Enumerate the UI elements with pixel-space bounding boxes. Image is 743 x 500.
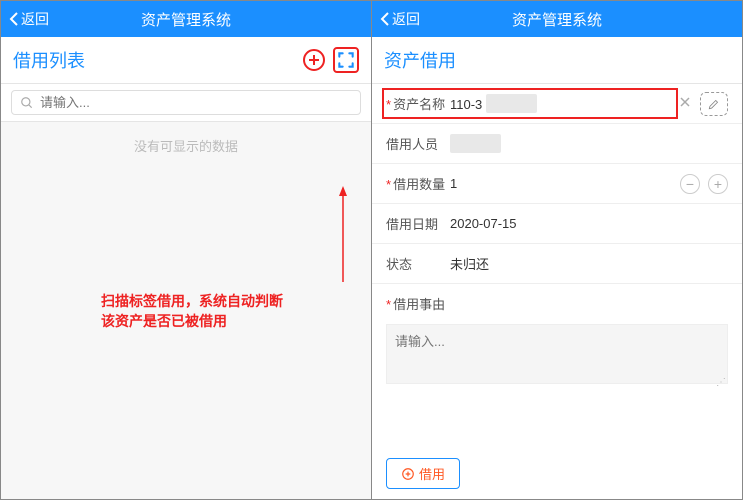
add-icon[interactable] bbox=[301, 47, 327, 73]
borrow-form: 资产名称 110-3 借用人员 借用数量 1 − + bbox=[372, 84, 742, 499]
search-input[interactable] bbox=[40, 95, 352, 110]
qty-value: 1 bbox=[450, 176, 680, 191]
field-status: 状态 未归还 bbox=[372, 244, 742, 284]
field-qty: 借用数量 1 − + bbox=[372, 164, 742, 204]
clear-icon[interactable] bbox=[678, 95, 692, 112]
asset-name-value: 110-3 bbox=[450, 94, 672, 113]
date-value: 2020-07-15 bbox=[450, 216, 728, 231]
panel-header: 借用列表 bbox=[1, 37, 371, 84]
back-button[interactable]: 返回 bbox=[9, 9, 49, 29]
borrow-list-pane: 返回 资产管理系统 借用列表 没有可显示的数据 bbox=[1, 1, 372, 499]
back-label: 返回 bbox=[392, 9, 420, 29]
field-reason: 借用事由 bbox=[372, 284, 742, 324]
field-asset-name: 资产名称 110-3 bbox=[372, 84, 742, 124]
plus-icon bbox=[401, 467, 415, 481]
panel-header: 资产借用 bbox=[372, 37, 742, 84]
date-label: 借用日期 bbox=[386, 214, 450, 233]
empty-state: 没有可显示的数据 bbox=[1, 122, 371, 169]
field-date[interactable]: 借用日期 2020-07-15 bbox=[372, 204, 742, 244]
qty-label: 借用数量 bbox=[386, 174, 450, 193]
search-input-wrap[interactable] bbox=[11, 90, 361, 115]
status-label: 状态 bbox=[386, 254, 450, 273]
panel-title: 资产借用 bbox=[384, 47, 730, 73]
quantity-stepper: − + bbox=[680, 174, 728, 194]
field-borrower: 借用人员 bbox=[372, 124, 742, 164]
panel-title: 借用列表 bbox=[13, 47, 301, 73]
search-bar bbox=[1, 84, 371, 122]
qty-minus-button[interactable]: − bbox=[680, 174, 700, 194]
borrower-value bbox=[450, 134, 728, 153]
status-value: 未归还 bbox=[450, 254, 728, 273]
reason-textarea[interactable] bbox=[386, 324, 728, 384]
app-title: 资产管理系统 bbox=[49, 9, 323, 30]
header: 返回 资产管理系统 bbox=[1, 1, 371, 37]
scan-icon[interactable] bbox=[333, 47, 359, 73]
reason-label: 借用事由 bbox=[386, 297, 445, 312]
borrow-form-pane: 返回 资产管理系统 资产借用 资产名称 110-3 借用人员 bbox=[372, 1, 742, 499]
asset-name-label: 资产名称 bbox=[386, 94, 450, 113]
back-label: 返回 bbox=[21, 9, 49, 29]
header: 返回 资产管理系统 bbox=[372, 1, 742, 37]
edit-icon[interactable] bbox=[700, 92, 728, 116]
borrow-button[interactable]: 借用 bbox=[386, 458, 460, 489]
annotation-arrow bbox=[321, 184, 351, 294]
back-button[interactable]: 返回 bbox=[380, 9, 420, 29]
annotation-text: 扫描标签借用，系统自动判断 该资产是否已被借用 bbox=[101, 292, 283, 331]
qty-plus-button[interactable]: + bbox=[708, 174, 728, 194]
app-title: 资产管理系统 bbox=[420, 9, 694, 30]
search-icon bbox=[20, 96, 34, 110]
borrower-label: 借用人员 bbox=[386, 134, 450, 153]
